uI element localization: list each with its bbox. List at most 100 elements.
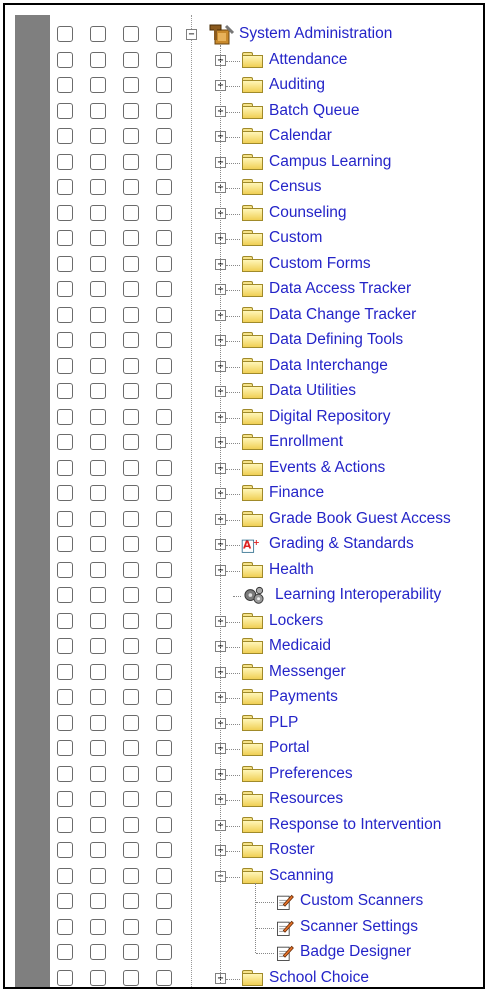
- permission-checkbox[interactable]: [156, 306, 172, 323]
- permission-checkbox[interactable]: [57, 204, 73, 221]
- permission-checkbox[interactable]: [156, 714, 172, 731]
- permission-checkbox[interactable]: [123, 663, 139, 680]
- permission-checkbox[interactable]: [123, 969, 139, 986]
- collapse-toggle[interactable]: −: [186, 29, 197, 40]
- tree-item-label[interactable]: Custom Forms: [269, 255, 371, 273]
- tree-item-label[interactable]: Medicaid: [269, 637, 331, 655]
- permission-checkbox[interactable]: [123, 51, 139, 68]
- permission-checkbox[interactable]: [123, 638, 139, 654]
- tree-item-label[interactable]: Grading & Standards: [269, 535, 414, 553]
- permission-checkbox[interactable]: [57, 816, 73, 833]
- permission-checkbox[interactable]: [57, 179, 73, 195]
- permission-checkbox[interactable]: [156, 434, 172, 450]
- permission-checkbox[interactable]: [57, 689, 73, 705]
- permission-checkbox[interactable]: [57, 153, 73, 170]
- tree-item-label[interactable]: Learning Interoperability: [275, 586, 441, 604]
- permission-checkbox[interactable]: [156, 230, 172, 246]
- permission-checkbox[interactable]: [90, 714, 106, 731]
- tree-item-label[interactable]: Custom: [269, 229, 322, 247]
- permission-checkbox[interactable]: [123, 867, 139, 884]
- permission-checkbox[interactable]: [156, 536, 172, 552]
- tree-item-label[interactable]: Campus Learning: [269, 153, 391, 171]
- permission-checkbox[interactable]: [123, 357, 139, 374]
- permission-checkbox[interactable]: [90, 357, 106, 374]
- permission-checkbox[interactable]: [90, 51, 106, 68]
- permission-checkbox[interactable]: [156, 867, 172, 884]
- tree-item-label[interactable]: Custom Scanners: [300, 892, 423, 910]
- tree-item-label[interactable]: Scanner Settings: [300, 918, 418, 936]
- tree-item-label[interactable]: Messenger: [269, 663, 346, 681]
- permission-checkbox[interactable]: [90, 867, 106, 884]
- permission-checkbox[interactable]: [156, 408, 172, 425]
- permission-checkbox[interactable]: [90, 332, 106, 348]
- permission-checkbox[interactable]: [90, 77, 106, 93]
- tree-item-label[interactable]: Lockers: [269, 612, 323, 630]
- permission-checkbox[interactable]: [90, 587, 106, 603]
- permission-checkbox[interactable]: [90, 918, 106, 935]
- permission-checkbox[interactable]: [90, 561, 106, 578]
- tree-item-label[interactable]: Counseling: [269, 204, 347, 222]
- permission-checkbox[interactable]: [123, 816, 139, 833]
- tree-item-label[interactable]: Grade Book Guest Access: [269, 510, 451, 528]
- permission-checkbox[interactable]: [90, 128, 106, 144]
- permission-checkbox[interactable]: [57, 357, 73, 374]
- permission-checkbox[interactable]: [156, 638, 172, 654]
- tree-item-label[interactable]: Response to Intervention: [269, 816, 441, 834]
- permission-checkbox[interactable]: [90, 842, 106, 858]
- permission-checkbox[interactable]: [156, 383, 172, 399]
- tree-item-label[interactable]: Calendar: [269, 127, 332, 145]
- permission-checkbox[interactable]: [156, 485, 172, 501]
- permission-checkbox[interactable]: [90, 26, 106, 42]
- permission-checkbox[interactable]: [57, 536, 73, 552]
- permission-checkbox[interactable]: [57, 969, 73, 986]
- permission-checkbox[interactable]: [156, 944, 172, 960]
- permission-checkbox[interactable]: [123, 204, 139, 221]
- tree-label-root[interactable]: System Administration: [239, 25, 392, 43]
- permission-checkbox[interactable]: [57, 918, 73, 935]
- permission-checkbox[interactable]: [90, 153, 106, 170]
- permission-checkbox[interactable]: [123, 230, 139, 246]
- permission-checkbox[interactable]: [57, 612, 73, 629]
- permission-checkbox[interactable]: [90, 689, 106, 705]
- tree-item-label[interactable]: Badge Designer: [300, 943, 411, 961]
- tree-item-label[interactable]: Data Access Tracker: [269, 280, 411, 298]
- tree-item-label[interactable]: Auditing: [269, 76, 325, 94]
- permission-checkbox[interactable]: [123, 689, 139, 705]
- permission-checkbox[interactable]: [123, 255, 139, 272]
- permission-checkbox[interactable]: [123, 102, 139, 119]
- tree-item-label[interactable]: Events & Actions: [269, 459, 385, 477]
- permission-checkbox[interactable]: [156, 740, 172, 756]
- permission-checkbox[interactable]: [57, 77, 73, 93]
- permission-checkbox[interactable]: [90, 969, 106, 986]
- permission-checkbox[interactable]: [123, 459, 139, 476]
- permission-checkbox[interactable]: [123, 281, 139, 297]
- permission-checkbox[interactable]: [57, 587, 73, 603]
- permission-checkbox[interactable]: [123, 791, 139, 807]
- permission-checkbox[interactable]: [57, 944, 73, 960]
- permission-checkbox[interactable]: [156, 816, 172, 833]
- tree-item-label[interactable]: Finance: [269, 484, 324, 502]
- tree-item-label[interactable]: PLP: [269, 714, 298, 732]
- permission-checkbox[interactable]: [123, 383, 139, 399]
- permission-checkbox[interactable]: [123, 485, 139, 501]
- permission-checkbox[interactable]: [123, 944, 139, 960]
- permission-checkbox[interactable]: [90, 459, 106, 476]
- permission-checkbox[interactable]: [156, 689, 172, 705]
- permission-checkbox[interactable]: [156, 918, 172, 935]
- permission-checkbox[interactable]: [57, 306, 73, 323]
- permission-checkbox[interactable]: [156, 102, 172, 119]
- permission-checkbox[interactable]: [123, 332, 139, 348]
- permission-checkbox[interactable]: [90, 536, 106, 552]
- permission-checkbox[interactable]: [123, 306, 139, 323]
- permission-checkbox[interactable]: [57, 510, 73, 527]
- permission-checkbox[interactable]: [156, 663, 172, 680]
- tree-item-label[interactable]: Data Change Tracker: [269, 306, 416, 324]
- permission-checkbox[interactable]: [90, 612, 106, 629]
- permission-checkbox[interactable]: [57, 714, 73, 731]
- tree-item-label[interactable]: Census: [269, 178, 322, 196]
- permission-checkbox[interactable]: [90, 944, 106, 960]
- tree-item-label[interactable]: Scanning: [269, 867, 334, 885]
- permission-checkbox[interactable]: [90, 408, 106, 425]
- permission-checkbox[interactable]: [90, 638, 106, 654]
- permission-checkbox[interactable]: [57, 102, 73, 119]
